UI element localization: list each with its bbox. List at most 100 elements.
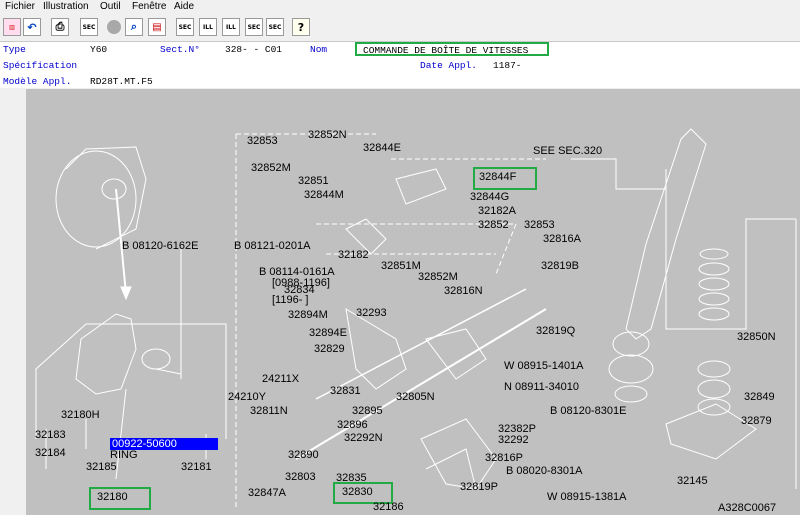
help-icon[interactable]: ? [292, 18, 310, 36]
model-label: Modèle Appl. [3, 76, 72, 87]
printer-icon[interactable]: ⎙ [51, 18, 69, 36]
book-icon[interactable]: ▤ [148, 18, 166, 36]
part-label[interactable]: 32805N [396, 391, 435, 403]
circle-icon[interactable] [105, 18, 123, 36]
part-label[interactable]: 32182 [338, 249, 369, 261]
part-label[interactable]: 32803 [285, 471, 316, 483]
part-label[interactable]: 32292N [344, 432, 383, 444]
sec-refresh-button[interactable]: SEC [266, 18, 284, 36]
library-icon[interactable]: ▥ [3, 18, 21, 36]
part-label[interactable]: 32811N [250, 405, 288, 417]
date-label: Date Appl. [420, 60, 478, 71]
part-label[interactable]: 32816P [485, 452, 523, 464]
bolt-number: 08020-8301A [516, 465, 583, 477]
part-label[interactable]: 32819Q [536, 325, 575, 337]
part-label[interactable]: 32816N [444, 285, 483, 297]
part-label[interactable]: 32844E [363, 142, 401, 154]
part-label[interactable]: 32890 [288, 449, 319, 461]
info-panel: Type Y60 Sect.N° 328- - C01 Nom COMMANDE… [0, 42, 800, 88]
bolt-number: 08120-8301E [560, 405, 627, 417]
ring-label: RING [110, 449, 138, 461]
part-label[interactable]: 32145 [677, 475, 708, 487]
washer-prefix: W [504, 360, 515, 372]
part-label[interactable]: 32894E [309, 327, 347, 339]
gearbox-housing [55, 150, 137, 248]
part-label[interactable]: 32180H [61, 409, 100, 421]
part-label[interactable]: 32292 [498, 434, 529, 446]
bolt-label-8301E[interactable]: B 08120-8301E [550, 405, 626, 417]
search-icon[interactable]: ⌕ [125, 18, 143, 36]
bolt-prefix: B [259, 266, 267, 278]
part-label[interactable]: 32852M [418, 271, 458, 283]
washer-number: 08915-1401A [517, 360, 584, 372]
part-label[interactable]: 32293 [356, 307, 387, 319]
part-label[interactable]: 32847A [248, 487, 286, 499]
ref-code: A328C0067 [718, 502, 777, 514]
part-label[interactable]: 32181 [181, 461, 212, 473]
part-label[interactable]: 32816A [543, 233, 581, 245]
menu-outil[interactable]: Outil [100, 1, 121, 12]
part-label[interactable]: 32894M [288, 309, 328, 321]
spec-label: Spécification [3, 60, 78, 71]
menu-fenetre[interactable]: Fenêtre [132, 1, 166, 12]
washer-prefix: W [547, 491, 558, 503]
part-label[interactable]: 32853 [524, 219, 555, 231]
part-label[interactable]: 32183 [35, 429, 66, 441]
part-label[interactable]: 32895 [352, 405, 383, 417]
bolt-prefix: B [506, 465, 514, 477]
sec-prev-button[interactable]: SEC [176, 18, 194, 36]
sec-button[interactable]: SEC [80, 18, 98, 36]
nom-label: Nom [310, 44, 328, 55]
part-label[interactable]: 24211X [262, 373, 299, 385]
part-label[interactable]: 32186 [373, 501, 404, 513]
sec-next-button[interactable]: SEC [245, 18, 263, 36]
sect-label: Sect.N° [160, 44, 200, 55]
part-label[interactable]: 32844G [470, 191, 509, 203]
part-label[interactable]: 32853 [247, 135, 278, 147]
bolt-label-0201A[interactable]: B 08121-0201A [234, 240, 310, 252]
diagram-lines [35, 128, 797, 509]
part-label[interactable]: 32184 [35, 447, 66, 459]
ill-first-button[interactable]: ILL [199, 18, 217, 36]
part-label[interactable]: 32819B [541, 260, 579, 272]
base-plate [665, 403, 757, 460]
part-label[interactable]: 24210Y [228, 391, 266, 403]
ill-next-button[interactable]: ILL [222, 18, 240, 36]
bolt-number: 08121-0201A [244, 240, 311, 252]
part-label[interactable]: 32896 [337, 419, 368, 431]
part-label[interactable]: 32182A [478, 205, 516, 217]
bolt-prefix: B [122, 240, 130, 252]
part-label[interactable]: 32180 [97, 491, 128, 503]
part-label[interactable]: 32852 [478, 219, 509, 231]
menu-fichier[interactable]: Fichier [5, 1, 35, 12]
nut-label[interactable]: N 08911-34010 [504, 381, 579, 393]
bolt-label-8301A[interactable]: B 08020-8301A [506, 465, 582, 477]
range-label-2: [1196- ] [272, 294, 309, 306]
part-label[interactable]: 32831 [330, 385, 361, 397]
see-sec-label[interactable]: SEE SEC.320 [533, 145, 602, 157]
part-label[interactable]: 32849 [744, 391, 775, 403]
bolt-prefix: B [550, 405, 558, 417]
part-label[interactable]: 32851M [381, 260, 421, 272]
parts-diagram[interactable]: 32853 32852N 32844E 32852M 32851 32844M … [26, 89, 800, 515]
menu-aide[interactable]: Aide [174, 1, 194, 12]
part-label[interactable]: 32185 [86, 461, 117, 473]
bolt-label-6162E[interactable]: B 08120-6162E [122, 240, 198, 252]
part-label[interactable]: 32850N [737, 331, 776, 343]
undo-icon[interactable]: ↶ [23, 18, 41, 36]
menu-illustration[interactable]: Illustration [43, 1, 89, 12]
part-label[interactable]: 32879 [741, 415, 772, 427]
type-value: Y60 [90, 44, 108, 55]
part-label[interactable]: 32851 [298, 175, 329, 187]
part-label[interactable]: 32852N [308, 129, 347, 141]
part-label[interactable]: 32844M [304, 189, 344, 201]
part-label[interactable]: 32829 [314, 343, 345, 355]
left-gutter [0, 89, 26, 515]
bolt-prefix: B [234, 240, 242, 252]
washer-label-1381A[interactable]: W 08915-1381A [547, 491, 627, 503]
part-label[interactable]: 32844F [479, 171, 516, 183]
part-label[interactable]: 32852M [251, 162, 291, 174]
washer-label[interactable]: W 08915-1401A [504, 360, 584, 372]
part-label[interactable]: 32830 [342, 486, 373, 498]
part-label[interactable]: 32819P [460, 481, 498, 493]
